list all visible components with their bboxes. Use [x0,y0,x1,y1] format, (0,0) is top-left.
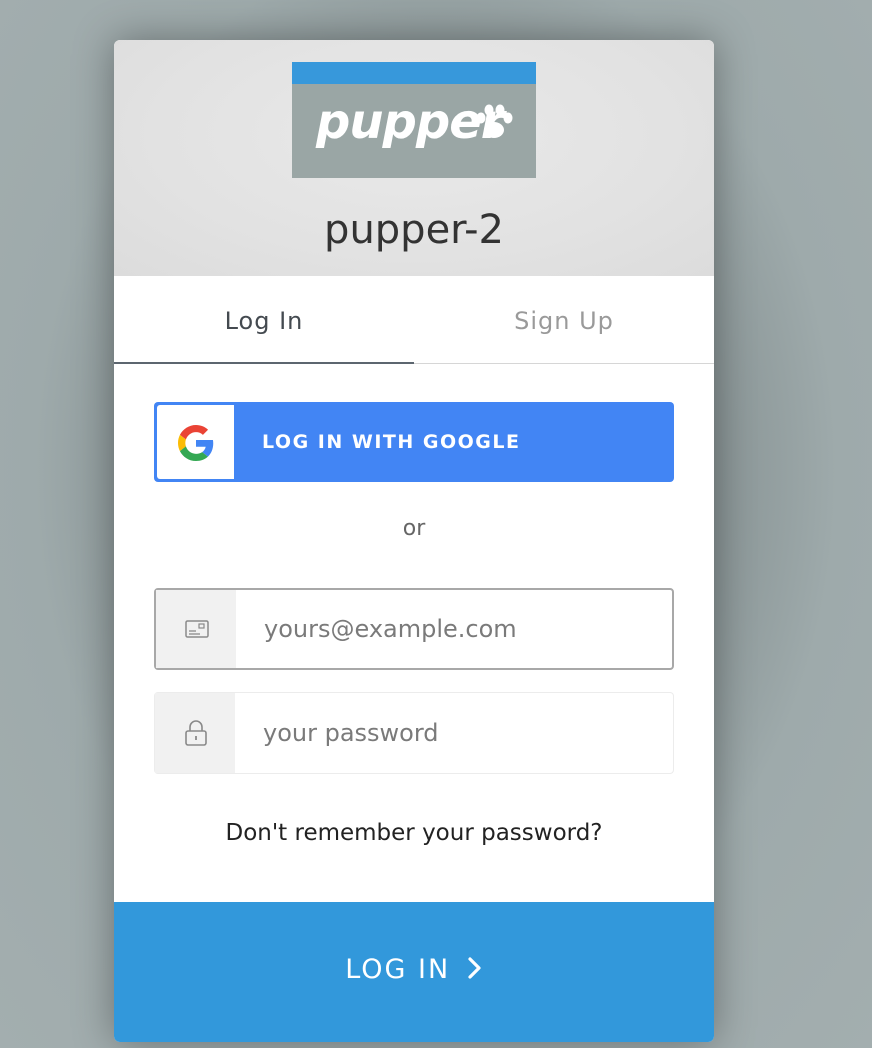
envelope-icon [185,620,209,638]
google-login-button[interactable]: LOG IN WITH GOOGLE [154,402,674,482]
email-icon-container [156,590,236,668]
chevron-right-icon [468,956,481,979]
password-input[interactable] [237,693,683,773]
submit-label: LOG IN [345,954,451,985]
submit-label-row: LOG IN [114,902,714,1038]
google-icon [178,425,214,461]
login-widget: pupper pupper-2 Log In Sign Up LOG IN WI… [114,40,714,1042]
or-divider: or [402,516,426,541]
paw-icon [476,104,513,138]
tab-log-in[interactable]: Log In [114,276,414,364]
tab-sign-up[interactable]: Sign Up [414,276,714,363]
lock-icon [185,720,207,746]
password-field [154,692,683,774]
logo-accent-bar [292,62,536,84]
email-input[interactable] [238,590,684,668]
google-login-label: LOG IN WITH GOOGLE [262,431,521,453]
app-logo: pupper [292,62,536,178]
app-title: pupper-2 [324,207,504,253]
widget-header: pupper pupper-2 [114,40,714,276]
auth-tabs: Log In Sign Up [114,276,714,364]
google-icon-container [157,405,234,479]
log-in-submit-button[interactable]: LOG IN [114,902,714,1042]
forgot-password-link[interactable]: Don't remember your password? [114,820,714,846]
email-field [154,588,684,670]
password-icon-container [155,693,235,773]
